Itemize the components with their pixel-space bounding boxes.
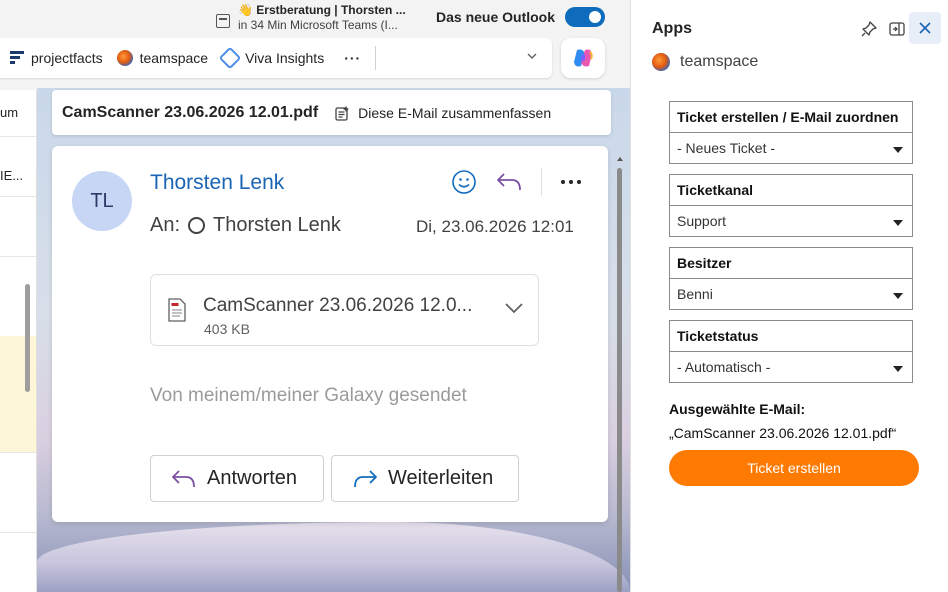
select-value: Support: [677, 213, 727, 229]
meeting-notification[interactable]: 👋 Erstberatung | Thorsten ... in 34 Min …: [216, 3, 406, 33]
field-label: Besitzer: [669, 247, 913, 278]
owner-select[interactable]: Benni: [669, 278, 913, 310]
forward-label: Weiterleiten: [388, 467, 494, 489]
apps-panel: Apps teamspace Ticket erstellen / E-Mail…: [630, 0, 948, 592]
email-subject: CamScanner 23.06.2026 12.01.pdf: [62, 103, 319, 121]
emoji-reaction-icon[interactable]: [451, 169, 477, 195]
selected-email-label: Ausgewählte E-Mail:: [669, 401, 806, 417]
field-label: Ticketkanal: [669, 174, 913, 205]
dropdown-arrow-icon: [893, 293, 903, 299]
projectfacts-icon: [10, 51, 24, 65]
reply-icon[interactable]: [495, 170, 523, 194]
select-value: - Neues Ticket -: [677, 140, 776, 156]
scrollbar-thumb[interactable]: [617, 168, 622, 592]
forward-button[interactable]: Weiterleiten: [331, 455, 519, 502]
reading-pane-scrollbar[interactable]: [616, 150, 624, 592]
pin-icon[interactable]: [860, 20, 878, 38]
dropdown-arrow-icon: [893, 220, 903, 226]
teamspace-icon: [652, 53, 670, 71]
app-label: projectfacts: [31, 50, 103, 66]
list-text: IE...: [0, 168, 24, 183]
ticket-channel-field: Ticketkanal Support: [669, 174, 913, 237]
list-divider: [0, 196, 36, 197]
addin-brand: teamspace: [652, 53, 758, 71]
sent-date: Di, 23.06.2026 12:01: [416, 217, 574, 236]
summarize-label: Diese E-Mail zusammenfassen: [358, 104, 552, 121]
subject-bar: CamScanner 23.06.2026 12.01.pdf Diese E-…: [52, 90, 611, 135]
app-teamspace[interactable]: teamspace: [116, 50, 209, 66]
to-label: An:: [150, 214, 181, 236]
field-label: Ticketstatus: [669, 320, 913, 351]
list-divider: [0, 136, 36, 137]
new-outlook-toggle[interactable]: [565, 7, 605, 27]
notification-title: 👋 Erstberatung | Thorsten ...: [238, 3, 406, 17]
email-body: Von meinem/meiner Galaxy gesendet: [150, 385, 467, 406]
teamspace-icon: [116, 50, 133, 66]
reply-label: Antworten: [207, 467, 298, 489]
list-text: um: [0, 105, 19, 120]
chevron-down-icon[interactable]: [526, 50, 538, 65]
chevron-down-icon[interactable]: [504, 301, 524, 315]
viva-insights-icon: [218, 46, 242, 70]
message-card: TL Thorsten Lenk An: Thorsten Lenk Di, 2…: [52, 146, 608, 522]
wallpaper-hill: [37, 522, 630, 592]
attachment-card[interactable]: CamScanner 23.06.2026 12.0... 403 KB: [150, 274, 539, 346]
more-options-icon[interactable]: [560, 179, 582, 185]
selected-email-value: „CamScanner 23.06.2026 12.01.pdf“: [669, 425, 897, 441]
close-icon: [919, 22, 931, 34]
apps-bar: projectfacts teamspace Viva Insights ···: [0, 38, 552, 78]
new-outlook-label: Das neue Outlook: [436, 9, 556, 25]
ticket-status-select[interactable]: - Automatisch -: [669, 351, 913, 383]
copilot-icon: [574, 49, 593, 67]
app-label: Viva Insights: [245, 50, 325, 66]
list-divider: [0, 452, 36, 453]
summarize-button[interactable]: Diese E-Mail zusammenfassen: [334, 105, 551, 121]
list-item-highlight[interactable]: [0, 336, 36, 452]
brand-name: teamspace: [680, 53, 759, 70]
recipient-name[interactable]: Thorsten Lenk: [213, 214, 341, 237]
ticket-assign-field: Ticket erstellen / E-Mail zuordnen - Neu…: [669, 101, 913, 164]
reply-icon: [172, 469, 195, 487]
panel-title: Apps: [652, 20, 692, 37]
list-divider: [0, 256, 36, 257]
more-apps-button[interactable]: ···: [344, 50, 361, 66]
reply-button[interactable]: Antworten: [150, 455, 324, 502]
list-divider: [0, 532, 36, 533]
select-value: Benni: [677, 286, 713, 302]
message-actions: [451, 168, 582, 196]
app-label: teamspace: [139, 50, 209, 66]
pdf-file-icon: [168, 298, 186, 322]
recipient-line: An: Thorsten Lenk: [150, 214, 341, 237]
app-viva-insights[interactable]: Viva Insights: [218, 46, 325, 70]
select-value: - Automatisch -: [677, 359, 771, 375]
dropdown-arrow-icon: [893, 147, 903, 153]
create-ticket-button[interactable]: Ticket erstellen: [669, 450, 919, 486]
scroll-up-icon[interactable]: [616, 155, 624, 163]
app-projectfacts[interactable]: projectfacts: [10, 50, 103, 66]
attachment-size: 403 KB: [204, 321, 250, 337]
notification-subtitle: in 34 Min Microsoft Teams (I...: [238, 18, 398, 32]
copilot-button[interactable]: [561, 38, 605, 78]
avatar[interactable]: TL: [72, 171, 132, 231]
calendar-icon: [216, 14, 230, 28]
attachment-name: CamScanner 23.06.2026 12.0...: [203, 295, 473, 316]
close-button[interactable]: [909, 12, 941, 44]
message-list-strip[interactable]: um IE...: [0, 90, 37, 592]
owner-field: Besitzer Benni: [669, 247, 913, 310]
dropdown-arrow-icon: [893, 366, 903, 372]
forward-icon: [354, 469, 377, 487]
ticket-channel-select[interactable]: Support: [669, 205, 913, 237]
divider: [375, 46, 377, 70]
summarize-icon: [335, 105, 350, 121]
field-label: Ticket erstellen / E-Mail zuordnen: [669, 101, 913, 132]
sender-name[interactable]: Thorsten Lenk: [150, 171, 284, 195]
presence-icon: [188, 217, 206, 234]
dock-pane-icon[interactable]: [888, 20, 906, 38]
ticket-status-field: Ticketstatus - Automatisch -: [669, 320, 913, 383]
ticket-assign-select[interactable]: - Neues Ticket -: [669, 132, 913, 164]
list-scrollbar[interactable]: [25, 284, 30, 392]
divider: [541, 168, 542, 196]
